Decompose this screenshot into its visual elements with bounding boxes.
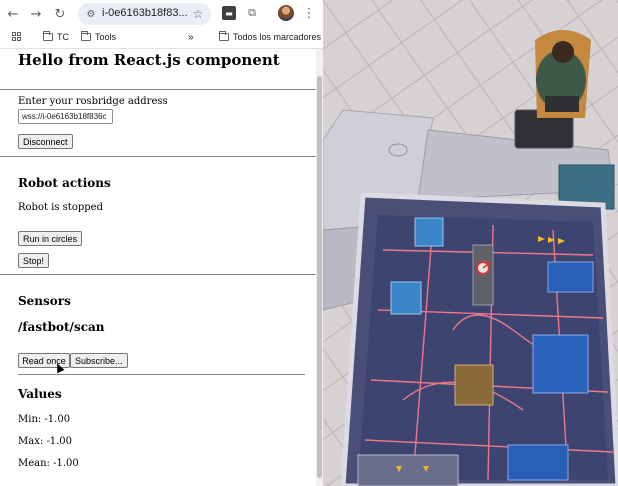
panel-blue-4 [390,281,422,315]
site-info-icon[interactable]: ⚙ [83,6,99,22]
rosbridge-address-input[interactable]: wss://i-0e6163b18f836c [18,109,113,124]
divider [0,156,316,157]
page-scrollbar[interactable] [316,49,323,486]
simulation-scene [323,0,618,486]
sensors-heading: Sensors [18,294,71,308]
values-heading: Values [18,387,62,401]
url-text[interactable]: i-0e6163b18f83... [102,7,188,19]
panel-blue-2 [532,334,589,394]
disconnect-button[interactable]: Disconnect [18,134,73,149]
cargo-block [454,364,494,406]
forward-icon[interactable]: → [27,5,45,23]
divider [18,374,305,375]
bookmark-tools[interactable]: Tools [81,31,116,42]
robot-actions-heading: Robot actions [18,176,111,190]
subscribe-button[interactable]: Subscribe... [70,353,128,368]
browser-window: ← → ↻ ⚙ i-0e6163b18f83... ☆ ▬ ⧉ ⋮ TC Too… [0,0,323,486]
folder-icon [219,31,229,41]
star-icon[interactable]: ☆ [190,6,206,22]
sensor-topic: /fastbot/scan [18,320,105,334]
value-min: Min: -1.00 [18,414,71,425]
bookmark-tc[interactable]: TC [43,31,69,42]
divider [0,89,316,90]
apps-icon[interactable] [12,32,21,41]
scrollbar-thumb[interactable] [317,76,322,478]
person-head [552,41,574,63]
extension-icon[interactable]: ▬ [222,6,236,20]
divider [0,274,316,275]
rosbridge-label: Enter your rosbridge address [18,96,168,107]
robot-status: Robot is stopped [18,202,103,213]
reload-icon[interactable]: ↻ [51,5,69,23]
menu-icon[interactable]: ⋮ [302,6,316,21]
back-icon[interactable]: ← [4,5,22,23]
folder-icon [81,31,91,41]
person-arms [545,96,579,112]
page-viewport: Hello from React.js component Enter your… [0,49,316,486]
value-mean: Mean: -1.00 [18,458,79,469]
panel-blue-1 [547,261,594,293]
charging-docks [357,454,459,486]
stop-button[interactable]: Stop! [18,253,50,268]
puzzle-icon[interactable]: ⧉ [245,6,259,20]
page-title: Hello from React.js component [18,51,280,69]
value-max: Max: -1.00 [18,436,73,447]
run-in-circles-button[interactable]: Run in circles [18,231,83,246]
panel-blue-3 [507,444,569,481]
bookmark-all[interactable]: Todos los marcadores [219,31,321,42]
simulation-view [323,0,618,486]
browser-toolbar: ← → ↻ ⚙ i-0e6163b18f83... ☆ ▬ ⧉ ⋮ [0,0,323,28]
panel-blue-5 [414,217,444,247]
bookmarks-bar: TC Tools » Todos los marcadores [0,28,323,49]
bookmarks-overflow[interactable]: » [188,32,194,43]
avatar[interactable] [278,5,294,21]
folder-icon [43,31,53,41]
address-bar[interactable]: ⚙ i-0e6163b18f83... ☆ [78,3,211,25]
